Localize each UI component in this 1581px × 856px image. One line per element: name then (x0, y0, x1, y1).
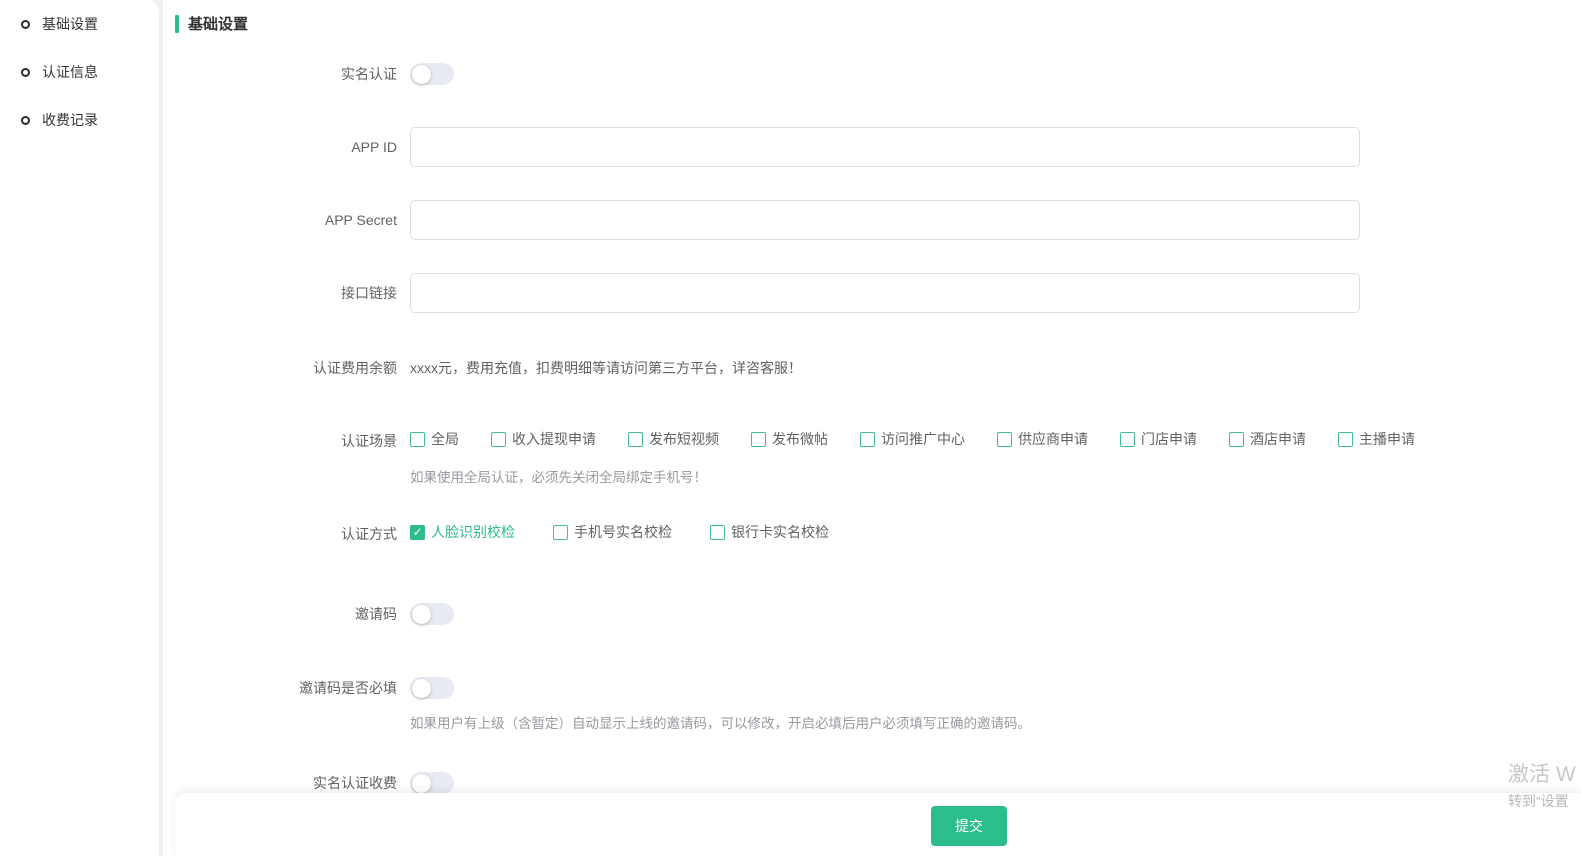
sidebar-item-label: 认证信息 (42, 62, 98, 82)
checkbox-label: 发布短视频 (649, 430, 719, 448)
real-name-fee-label: 实名认证收费 (163, 772, 397, 794)
auth-method-checkbox[interactable]: 银行卡实名校检 (710, 523, 829, 541)
main-panel: 基础设置 实名认证 APP ID APP Secret (163, 0, 1581, 856)
checkbox-label: 手机号实名校检 (574, 523, 672, 541)
app-id-input[interactable] (410, 127, 1360, 167)
auth-scene-checkbox[interactable]: 收入提现申请 (491, 430, 596, 448)
auth-method-label: 认证方式 (163, 523, 397, 545)
checkbox-icon (751, 432, 766, 447)
checkbox-label: 收入提现申请 (512, 430, 596, 448)
checkbox-checked-icon (410, 525, 425, 540)
checkbox-label: 银行卡实名校检 (731, 523, 829, 541)
sidebar-item[interactable]: 收费记录 (0, 96, 159, 144)
form-row-auth-method: 认证方式 人脸识别校检 手机号实名校检 银行卡实名校检 (163, 523, 1581, 545)
toggle-knob-icon (412, 679, 431, 698)
auth-scene-label: 认证场景 (163, 430, 397, 452)
auth-scene-checkbox[interactable]: 供应商申请 (997, 430, 1088, 448)
settings-form: 实名认证 APP ID APP Secret 接口链接 (163, 63, 1581, 794)
footer-bar: 提交 (175, 793, 1581, 856)
checkbox-label: 人脸识别校检 (431, 523, 515, 541)
section-header: 基础设置 (163, 0, 1581, 34)
checkbox-icon (997, 432, 1012, 447)
auth-scene-checkbox[interactable]: 主播申请 (1338, 430, 1415, 448)
app-secret-input[interactable] (410, 200, 1360, 240)
checkbox-label: 门店申请 (1141, 430, 1197, 448)
form-row-balance: 认证费用余额 xxxx元，费用充值，扣费明细等请访问第三方平台，详咨客服！ (163, 357, 1581, 379)
auth-scene-checkbox[interactable]: 发布短视频 (628, 430, 719, 448)
invite-code-required-label: 邀请码是否必填 (163, 677, 397, 699)
real-name-auth-toggle[interactable] (410, 63, 454, 85)
toggle-knob-icon (412, 774, 431, 793)
page: 基础设置认证信息收费记录 基础设置 实名认证 APP ID APP Secret (0, 0, 1581, 856)
form-row-invite-code-required: 邀请码是否必填 如果用户有上级（含暂定）自动显示上线的邀请码，可以修改，开启必填… (163, 677, 1581, 732)
toggle-knob-icon (412, 605, 431, 624)
form-row-api-link: 接口链接 (163, 273, 1581, 313)
checkbox-icon (1229, 432, 1244, 447)
real-name-auth-label: 实名认证 (163, 63, 397, 85)
form-row-real-name-auth: 实名认证 (163, 63, 1581, 85)
checkbox-label: 全局 (431, 430, 459, 448)
auth-scene-checkbox[interactable]: 发布微帖 (751, 430, 828, 448)
invite-code-required-toggle[interactable] (410, 677, 454, 699)
auth-method-options: 人脸识别校检 手机号实名校检 银行卡实名校检 (410, 523, 1581, 541)
circle-icon (21, 116, 30, 125)
circle-icon (21, 20, 30, 29)
api-link-input[interactable] (410, 273, 1360, 313)
real-name-fee-toggle[interactable] (410, 772, 454, 794)
auth-scene-checkbox[interactable]: 酒店申请 (1229, 430, 1306, 448)
sidebar-item-label: 收费记录 (42, 110, 98, 130)
auth-scene-checkbox[interactable]: 全局 (410, 430, 459, 448)
sidebar-item[interactable]: 认证信息 (0, 48, 159, 96)
toggle-knob-icon (412, 65, 431, 84)
checkbox-icon (1338, 432, 1353, 447)
form-row-invite-code: 邀请码 (163, 603, 1581, 625)
balance-label: 认证费用余额 (163, 357, 397, 379)
circle-icon (21, 68, 30, 77)
checkbox-icon (553, 525, 568, 540)
checkbox-icon (628, 432, 643, 447)
balance-text: xxxx元，费用充值，扣费明细等请访问第三方平台，详咨客服！ (410, 360, 802, 376)
form-row-real-name-fee: 实名认证收费 (163, 772, 1581, 794)
form-row-app-secret: APP Secret (163, 200, 1581, 240)
checkbox-label: 供应商申请 (1018, 430, 1088, 448)
page-title: 基础设置 (188, 13, 248, 34)
invite-code-required-hint: 如果用户有上级（含暂定）自动显示上线的邀请码，可以修改，开启必填后用户必须填写正… (410, 716, 1581, 732)
checkbox-icon (410, 432, 425, 447)
submit-button[interactable]: 提交 (931, 806, 1007, 846)
checkbox-label: 发布微帖 (772, 430, 828, 448)
checkbox-icon (710, 525, 725, 540)
checkbox-icon (860, 432, 875, 447)
checkbox-icon (1120, 432, 1135, 447)
sidebar-item[interactable]: 基础设置 (0, 0, 159, 48)
app-id-label: APP ID (163, 127, 397, 167)
api-link-label: 接口链接 (163, 273, 397, 313)
form-row-app-id: APP ID (163, 127, 1581, 167)
auth-scene-checkbox[interactable]: 门店申请 (1120, 430, 1197, 448)
auth-scene-options: 全局 收入提现申请 发布短视频 发布微帖 访问推广中心 供应商申请 门店申请 酒店申请 主播申请 (410, 430, 1581, 448)
checkbox-icon (491, 432, 506, 447)
form-row-auth-scene: 认证场景 全局 收入提现申请 发布短视频 发布微帖 访问推广中心 供应商申请 门店申请 酒店申… (163, 430, 1581, 486)
checkbox-label: 访问推广中心 (881, 430, 965, 448)
auth-method-checkbox[interactable]: 人脸识别校检 (410, 523, 515, 541)
auth-scene-checkbox[interactable]: 访问推广中心 (860, 430, 965, 448)
sidebar-item-label: 基础设置 (42, 14, 98, 34)
auth-method-checkbox[interactable]: 手机号实名校检 (553, 523, 672, 541)
checkbox-label: 酒店申请 (1250, 430, 1306, 448)
auth-scene-hint: 如果使用全局认证，必须先关闭全局绑定手机号！ (410, 470, 1581, 486)
sidebar-menu: 基础设置认证信息收费记录 (0, 0, 159, 144)
invite-code-toggle[interactable] (410, 603, 454, 625)
checkbox-label: 主播申请 (1359, 430, 1415, 448)
title-accent-bar (175, 15, 179, 33)
app-secret-label: APP Secret (163, 200, 397, 240)
sidebar: 基础设置认证信息收费记录 (0, 0, 159, 856)
invite-code-label: 邀请码 (163, 603, 397, 625)
